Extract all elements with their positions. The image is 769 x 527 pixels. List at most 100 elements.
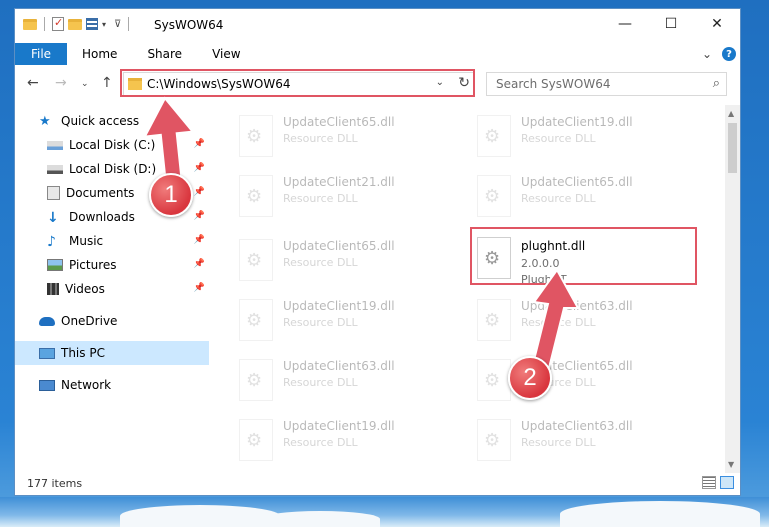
file-item[interactable]: UpdateClient63.dll Resource DLL (447, 291, 667, 347)
pin-icon[interactable]: 📌 (194, 235, 205, 245)
nav-label: Network (61, 378, 112, 392)
vertical-scrollbar[interactable]: ▲ ▼ (725, 105, 740, 473)
address-dropdown-icon[interactable]: ⌄ (436, 77, 444, 88)
nav-item-quick-access[interactable]: ★ Quick access (15, 109, 209, 133)
file-item[interactable]: UpdateClient63.dll Resource DLL (209, 351, 429, 407)
back-arrow-icon[interactable]: ← (27, 75, 39, 91)
file-type: Resource DLL (521, 316, 596, 329)
nav-item-onedrive[interactable]: OneDrive (15, 309, 209, 333)
file-list: UpdateClient65.dll Resource DLL UpdateCl… (209, 105, 727, 469)
window-title: SysWOW64 (154, 18, 224, 32)
nav-label: Videos (65, 282, 105, 296)
properties-check-icon[interactable] (52, 16, 64, 31)
folder-icon[interactable] (23, 18, 37, 30)
file-item[interactable]: UpdateClient63.dll Resource DLL (447, 411, 667, 467)
cloud (560, 501, 760, 527)
file-type: Resource DLL (283, 436, 358, 449)
nav-item-music[interactable]: ♪ Music 📌 (15, 229, 209, 253)
cloud (260, 511, 380, 527)
nav-label: Pictures (69, 258, 117, 272)
nav-label: Downloads (69, 210, 135, 224)
expand-ribbon-icon[interactable]: ⌄ (702, 47, 712, 61)
scrollbar-thumb[interactable] (728, 123, 737, 173)
file-name: UpdateClient65.dll (283, 115, 395, 129)
tab-share[interactable]: Share (132, 47, 197, 61)
file-name: UpdateClient19.dll (521, 115, 633, 129)
customize-icon[interactable]: ⊽ (114, 19, 121, 30)
nav-item-network[interactable]: Network (15, 373, 209, 397)
dll-file-icon (239, 115, 273, 157)
pictures-icon (47, 259, 63, 271)
forward-arrow-icon[interactable]: → (55, 75, 67, 91)
details-view-icon[interactable] (702, 476, 716, 489)
search-input[interactable]: Search SysWOW64 ⌕ (486, 72, 727, 96)
close-button[interactable]: ✕ (694, 9, 740, 39)
file-item-plughnt[interactable]: plughnt.dll 2.0.0.0 PlughNT (447, 229, 667, 291)
this-pc-icon (39, 347, 55, 359)
file-name: UpdateClient65.dll (283, 239, 395, 253)
file-type: Resource DLL (283, 192, 358, 205)
folder-icon (128, 78, 142, 90)
scroll-up-icon[interactable]: ▲ (728, 109, 734, 118)
file-type: Resource DLL (283, 376, 358, 389)
recent-locations-icon[interactable]: ⌄ (81, 79, 89, 89)
file-name: UpdateClient63.dll (521, 419, 633, 433)
dll-file-icon (477, 237, 511, 279)
properties-icon[interactable] (86, 18, 98, 30)
scroll-down-icon[interactable]: ▼ (728, 460, 734, 469)
pin-icon[interactable]: 📌 (194, 259, 205, 269)
nav-item-local-disk-c[interactable]: Local Disk (C:) 📌 (15, 133, 209, 157)
pin-icon[interactable]: 📌 (194, 163, 205, 173)
documents-icon (47, 186, 60, 200)
file-item[interactable]: UpdateClient19.dll Resource DLL (209, 411, 429, 467)
new-folder-icon[interactable] (68, 18, 82, 30)
help-icon[interactable]: ? (722, 47, 736, 61)
file-name: UpdateClient63.dll (521, 299, 633, 313)
dll-file-icon (239, 299, 273, 341)
dll-file-icon (239, 175, 273, 217)
pin-icon[interactable]: 📌 (194, 211, 205, 221)
address-path[interactable]: C:\Windows\SysWOW64 (147, 77, 291, 91)
pin-icon[interactable]: 📌 (194, 187, 205, 197)
search-icon[interactable]: ⌕ (713, 76, 720, 91)
maximize-button[interactable]: ☐ (648, 9, 694, 39)
dll-file-icon (477, 115, 511, 157)
file-item[interactable]: UpdateClient65.dll Resource DLL (447, 351, 667, 407)
nav-item-this-pc[interactable]: This PC (15, 341, 209, 365)
ribbon-right: ⌄ ? (702, 47, 736, 61)
file-item[interactable]: UpdateClient19.dll Resource DLL (209, 291, 429, 347)
file-name: UpdateClient19.dll (283, 299, 395, 313)
file-item[interactable]: UpdateClient65.dll Resource DLL (447, 167, 667, 223)
file-item[interactable]: UpdateClient65.dll Resource DLL (209, 107, 429, 163)
nav-label: Music (69, 234, 104, 248)
file-type: Resource DLL (283, 256, 358, 269)
nav-label: OneDrive (61, 314, 118, 328)
tab-home[interactable]: Home (67, 47, 132, 61)
separator (128, 17, 130, 31)
file-item[interactable]: UpdateClient21.dll Resource DLL (209, 167, 429, 223)
address-input[interactable]: C:\Windows\SysWOW64 ⌄ ↻ (123, 72, 475, 96)
large-icons-view-icon[interactable] (720, 476, 734, 489)
network-icon (39, 379, 55, 391)
star-icon: ★ (39, 114, 51, 129)
pin-icon[interactable]: 📌 (194, 283, 205, 293)
chevron-down-icon[interactable]: ▾ (102, 20, 106, 29)
nav-item-videos[interactable]: Videos 📌 (15, 277, 209, 301)
nav-item-pictures[interactable]: Pictures 📌 (15, 253, 209, 277)
status-bar: 177 items (15, 471, 740, 495)
ribbon-tabs: File Home Share View (15, 43, 740, 65)
minimize-button[interactable]: — (602, 9, 648, 39)
dll-file-icon (477, 359, 511, 401)
file-type: Resource DLL (283, 132, 358, 145)
pin-icon[interactable]: 📌 (194, 139, 205, 149)
file-type: Resource DLL (521, 132, 596, 145)
file-item[interactable]: UpdateClient19.dll Resource DLL (447, 107, 667, 163)
refresh-icon[interactable]: ↻ (458, 75, 470, 91)
title-bar: ▾ ⊽ SysWOW64 — ☐ ✕ (15, 9, 740, 39)
tab-view[interactable]: View (197, 47, 255, 61)
tab-file[interactable]: File (15, 43, 67, 65)
drive-icon (47, 140, 63, 150)
up-arrow-icon[interactable]: ↑ (101, 75, 113, 91)
search-placeholder: Search SysWOW64 (496, 77, 611, 91)
file-item[interactable]: UpdateClient65.dll Resource DLL (209, 231, 429, 287)
